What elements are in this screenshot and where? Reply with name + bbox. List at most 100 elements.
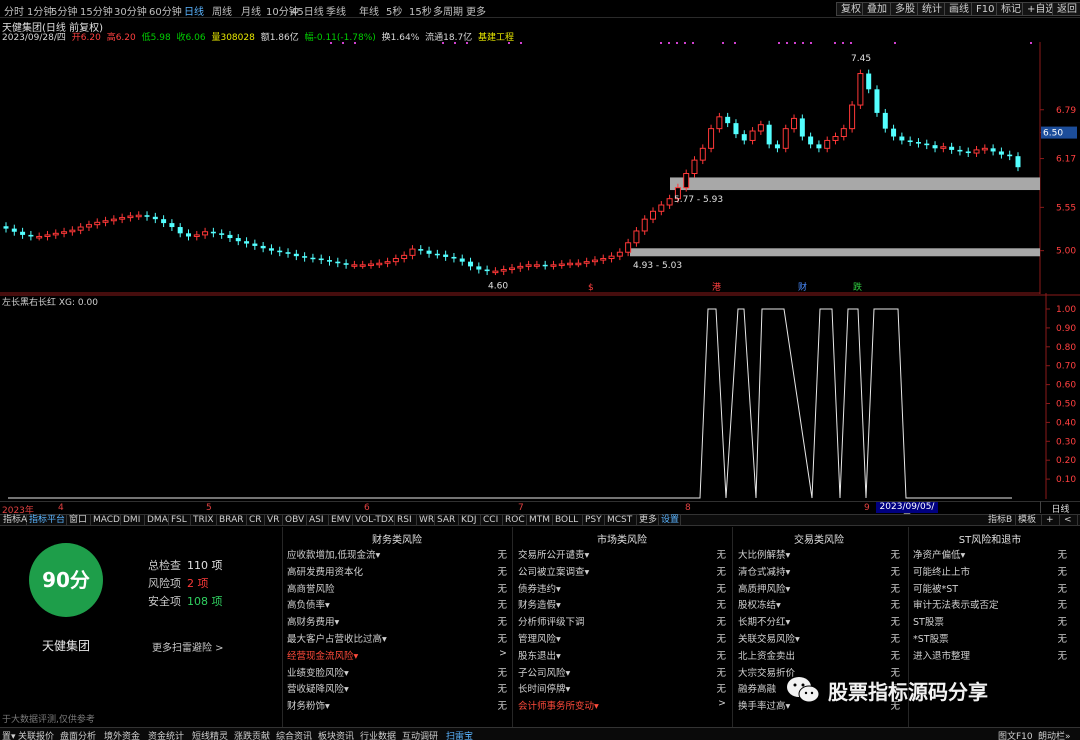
indicator-tab-right[interactable]: 指标B [986, 515, 1016, 526]
indicator-tab[interactable]: DMI [121, 515, 145, 526]
status-tab[interactable]: 盘面分析 [60, 729, 96, 740]
risk-item[interactable]: 经营现金流风险▾ > [287, 648, 507, 665]
risk-item[interactable]: 可能被*ST 无 [913, 581, 1067, 598]
timeframe-tab[interactable]: 周线 [212, 3, 232, 18]
risk-item[interactable]: *ST股票 无 [913, 631, 1067, 648]
timeframe-tab[interactable]: 多周期 [433, 3, 463, 18]
indicator-tab[interactable]: VOL-TDX [353, 515, 395, 526]
indicator-tab[interactable]: WR [417, 515, 435, 526]
timeframe-tab[interactable]: 30分钟 [114, 3, 147, 18]
risk-item[interactable]: 股权冻结▾ 无 [738, 597, 900, 614]
period-button[interactable]: 日线 [1040, 501, 1080, 515]
toolbar-button[interactable]: 统计 [917, 2, 947, 16]
timeframe-tab[interactable]: 45日线 [291, 3, 324, 18]
risk-item[interactable]: 营收疑降风险▾ 无 [287, 681, 507, 698]
status-tab[interactable]: 行业数据 [360, 729, 396, 740]
indicator-tab[interactable]: ROC [503, 515, 527, 526]
timeframe-tab[interactable]: 月线 [241, 3, 261, 18]
indicator-tab[interactable]: RSI [395, 515, 417, 526]
indicator-tab[interactable]: TRIX [191, 515, 217, 526]
risk-item[interactable]: 北上资金卖出 无 [738, 648, 900, 665]
risk-item[interactable]: 业绩变脸风险▾ 无 [287, 665, 507, 682]
risk-item[interactable]: 应收款增加,低现金流▾ 无 [287, 547, 507, 564]
risk-item[interactable]: 清仓式减持▾ 无 [738, 564, 900, 581]
status-tab[interactable]: 综合资讯 [276, 729, 312, 740]
indicator-tab-right[interactable]: + [1044, 515, 1060, 526]
toolbar-button[interactable]: 多股 [890, 2, 920, 16]
risk-item[interactable]: 交易所公开谴责▾ 无 [518, 547, 726, 564]
status-tab[interactable]: 短线精灵 [192, 729, 228, 740]
risk-item[interactable]: 财务造假▾ 无 [518, 597, 726, 614]
indicator-tab[interactable]: FSL [169, 515, 191, 526]
risk-item[interactable]: 最大客户占营收比过高▾ 无 [287, 631, 507, 648]
timeframe-tab[interactable]: 更多 [466, 3, 486, 18]
more-risk-link[interactable]: 更多扫雷避险 > [152, 639, 224, 654]
toolbar-button[interactable]: 叠加 [862, 2, 892, 16]
indicator-tab[interactable]: ASI [307, 515, 329, 526]
indicator-tab[interactable]: BOLL [553, 515, 583, 526]
indicator-tab[interactable]: VR [265, 515, 283, 526]
status-tab[interactable]: 资金统计 [148, 729, 184, 740]
risk-item[interactable]: 高研发费用资本化 无 [287, 564, 507, 581]
status-tab[interactable]: 境外资金 [104, 729, 140, 740]
indicator-tab[interactable]: 指标平台 [27, 515, 67, 526]
risk-item[interactable]: 大比例解禁▾ 无 [738, 547, 900, 564]
timeframe-tab[interactable]: 60分钟 [149, 3, 182, 18]
timeframe-tab[interactable]: 年线 [359, 3, 379, 18]
risk-item[interactable]: 审计无法表示或否定 无 [913, 597, 1067, 614]
indicator-tab[interactable]: BRAR [217, 515, 247, 526]
timeframe-tab[interactable]: 15分钟 [80, 3, 113, 18]
indicator-tab[interactable]: PSY [583, 515, 605, 526]
risk-item[interactable]: 股东退出▾ 无 [518, 648, 726, 665]
indicator-tab[interactable]: 设置 [659, 515, 681, 526]
indicator-tab[interactable]: OBV [283, 515, 307, 526]
indicator-tab[interactable]: CR [247, 515, 265, 526]
indicator-tab[interactable]: MACD [91, 515, 121, 526]
indicator-tab[interactable]: CCI [481, 515, 503, 526]
timeframe-tab[interactable]: 日线 [184, 3, 204, 18]
risk-item[interactable]: 公司被立案调查▾ 无 [518, 564, 726, 581]
event-marker[interactable]: 跌 [853, 282, 862, 293]
indicator-tab[interactable]: SAR [435, 515, 459, 526]
status-tab[interactable]: 涨跌贡献 [234, 729, 270, 740]
timeframe-tab[interactable]: 1分钟 [27, 3, 53, 18]
status-tab[interactable]: 关联报价 [18, 729, 54, 740]
risk-item[interactable]: 高质押风险▾ 无 [738, 581, 900, 598]
risk-item[interactable]: 净资产偏低▾ 无 [913, 547, 1067, 564]
risk-item[interactable]: 子公司风险▾ 无 [518, 665, 726, 682]
risk-item[interactable]: 分析师评级下调 无 [518, 614, 726, 631]
indicator-tab[interactable]: MCST [605, 515, 637, 526]
status-right-button[interactable]: 图文F10 [998, 729, 1033, 740]
risk-item[interactable]: 会计师事务所变动▾ > [518, 698, 726, 715]
status-tab[interactable]: 置▾ [2, 729, 16, 740]
indicator-tab[interactable]: KDJ [459, 515, 481, 526]
risk-item[interactable]: 长时间停牌▾ 无 [518, 681, 726, 698]
indicator-tab[interactable]: MTM [527, 515, 553, 526]
risk-item[interactable]: 可能终止上市 无 [913, 564, 1067, 581]
risk-item[interactable]: 高负债率▾ 无 [287, 597, 507, 614]
status-right-button[interactable]: 朗动栏» [1038, 729, 1071, 740]
timeframe-tab[interactable]: 季线 [326, 3, 346, 18]
status-tab[interactable]: 扫雷宝 [446, 729, 473, 740]
timeframe-tab[interactable]: 5秒 [386, 3, 402, 18]
indicator-chart[interactable]: 1.00 0.90 0.80 0.70 0.60 0.50 0.40 0.30 0.20 0.10 [0, 293, 1080, 499]
indicator-tab[interactable]: 更多 [637, 515, 659, 526]
risk-item[interactable]: 长期不分红▾ 无 [738, 614, 900, 631]
indicator-tab-right[interactable]: 模板 [1016, 515, 1042, 526]
timeframe-tab[interactable]: 分时 [4, 3, 24, 18]
risk-item[interactable]: 财务粉饰▾ 无 [287, 698, 507, 715]
status-tab[interactable]: 板块资讯 [318, 729, 354, 740]
status-tab[interactable]: 互动调研 [402, 729, 438, 740]
risk-item[interactable]: 管理风险▾ 无 [518, 631, 726, 648]
toolbar-button[interactable]: 画线 [944, 2, 974, 16]
risk-item[interactable]: 高财务费用▾ 无 [287, 614, 507, 631]
risk-item[interactable]: 进入退市整理 无 [913, 648, 1067, 665]
indicator-tab-right[interactable]: < [1062, 515, 1078, 526]
event-marker[interactable]: 财 [798, 281, 807, 293]
indicator-tab[interactable]: 指标A [1, 515, 27, 526]
timeframe-tab[interactable]: 5分钟 [51, 3, 77, 18]
event-marker[interactable]: 港 [712, 281, 721, 293]
risk-item[interactable]: ST股票 无 [913, 614, 1067, 631]
indicator-tab[interactable]: 窗口 [67, 515, 91, 526]
risk-item[interactable]: 关联交易风险▾ 无 [738, 631, 900, 648]
